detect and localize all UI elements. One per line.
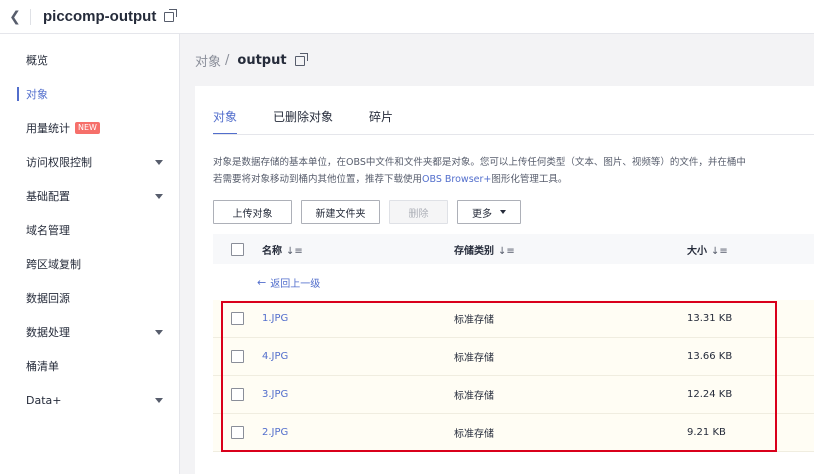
column-label: 大小 <box>687 245 707 257</box>
object-name-link[interactable]: 4.JPG <box>262 351 288 362</box>
sidebar-item-basic-config[interactable]: 基础配置 <box>0 179 179 213</box>
divider <box>30 8 31 25</box>
sidebar-item-label: 基础配置 <box>26 190 70 203</box>
sidebar-item-label: 域名管理 <box>26 224 70 237</box>
breadcrumb: 对象 / output <box>195 51 308 70</box>
row-checkbox[interactable] <box>231 426 244 439</box>
arrow-left-icon: ← <box>257 275 267 289</box>
row-checkbox[interactable] <box>231 312 244 325</box>
size-cell: 13.31 KB <box>687 313 733 324</box>
obs-browser-link[interactable]: OBS Browser+ <box>422 174 491 185</box>
column-label: 存储类别 <box>454 245 494 257</box>
description-text: 图形化管理工具。 <box>491 174 568 185</box>
tab-objects[interactable]: 对象 <box>213 108 238 135</box>
storage-class-cell: 标准存储 <box>454 391 494 402</box>
breadcrumb-separator: / <box>225 53 230 68</box>
sidebar: 概览 对象 用量统计 NEW 访问权限控制 基础配置 域名管理 跨区域复制 数据回… <box>0 34 180 474</box>
sort-icon[interactable]: ↓≡ <box>286 246 303 257</box>
objects-card: 对象 已删除对象 碎片 对象是数据存储的基本单位，在OBS中文件和文件夹都是对象… <box>195 86 814 474</box>
sidebar-item-domain-management[interactable]: 域名管理 <box>0 213 179 247</box>
chevron-down-icon <box>155 160 163 165</box>
new-badge: NEW <box>75 122 100 134</box>
storage-class-cell: 标准存储 <box>454 315 494 326</box>
storage-class-cell: 标准存储 <box>454 429 494 440</box>
breadcrumb-current: output <box>237 53 287 68</box>
sidebar-item-back-to-source[interactable]: 数据回源 <box>0 281 179 315</box>
sidebar-item-label: 访问权限控制 <box>26 156 92 169</box>
column-storage-class[interactable]: 存储类别 ↓≡ <box>454 242 515 257</box>
back-to-parent-link[interactable]: ← 返回上一级 <box>257 275 320 290</box>
back-button[interactable]: ❮ <box>0 0 30 34</box>
chevron-down-icon <box>155 330 163 335</box>
delete-button[interactable]: 删除 <box>389 200 448 224</box>
sidebar-item-cross-region-replication[interactable]: 跨区域复制 <box>0 247 179 281</box>
chevron-left-icon: ❮ <box>9 8 21 25</box>
description-line-1: 对象是数据存储的基本单位，在OBS中文件和文件夹都是对象。您可以上传任何类型（文… <box>213 157 746 168</box>
table-row: 2.JPG 标准存储 9.21 KB <box>213 414 814 452</box>
sidebar-item-label: 数据处理 <box>26 326 70 339</box>
sidebar-item-label: 跨区域复制 <box>26 258 81 271</box>
chevron-down-icon <box>155 398 163 403</box>
sidebar-item-objects[interactable]: 对象 <box>0 77 179 111</box>
toolbar: 上传对象 新建文件夹 删除 更多 <box>213 200 521 224</box>
select-all-checkbox[interactable] <box>231 242 244 256</box>
main-content: 对象 / output 对象 已删除对象 碎片 对象是数据存储的基本单位，在OB… <box>180 34 814 474</box>
sort-icon[interactable]: ↓≡ <box>711 246 728 257</box>
description: 对象是数据存储的基本单位，在OBS中文件和文件夹都是对象。您可以上传任何类型（文… <box>213 154 814 188</box>
top-bar: ❮ piccomp-output <box>0 0 814 34</box>
storage-class-cell: 标准存储 <box>454 353 494 364</box>
sidebar-item-label: 桶清单 <box>26 360 59 373</box>
table-row: 1.JPG 标准存储 13.31 KB <box>213 300 814 338</box>
size-cell: 12.24 KB <box>687 389 733 400</box>
table-body: 1.JPG 标准存储 13.31 KB 4.JPG 标准存储 13.66 KB … <box>213 300 814 452</box>
sidebar-item-usage-stats[interactable]: 用量统计 NEW <box>0 111 179 145</box>
back-row: ← 返回上一级 <box>213 264 814 300</box>
more-label: 更多 <box>472 208 492 220</box>
size-cell: 13.66 KB <box>687 351 733 362</box>
tab-bar: 对象 已删除对象 碎片 <box>213 108 429 135</box>
sidebar-item-label: 数据回源 <box>26 292 70 305</box>
more-dropdown[interactable]: 更多 <box>457 200 521 224</box>
copy-icon[interactable] <box>164 8 178 22</box>
sidebar-item-label: Data+ <box>26 393 62 407</box>
chevron-down-icon <box>155 194 163 199</box>
table-row: 4.JPG 标准存储 13.66 KB <box>213 338 814 376</box>
new-folder-button[interactable]: 新建文件夹 <box>301 200 380 224</box>
size-cell: 9.21 KB <box>687 427 726 438</box>
row-checkbox[interactable] <box>231 388 244 401</box>
object-name-link[interactable]: 1.JPG <box>262 313 288 324</box>
chevron-down-icon <box>500 210 506 214</box>
breadcrumb-root[interactable]: 对象 <box>195 51 221 70</box>
back-link-label: 返回上一级 <box>270 278 321 290</box>
sort-icon[interactable]: ↓≡ <box>498 246 515 257</box>
sidebar-item-label: 用量统计 <box>26 122 70 135</box>
upload-object-button[interactable]: 上传对象 <box>213 200 292 224</box>
tabs-divider <box>213 134 814 135</box>
sidebar-item-label: 对象 <box>26 88 48 101</box>
description-line-2: 若需要将对象移动到桶内其他位置，推荐下载使用OBS Browser+图形化管理工… <box>213 171 814 188</box>
sidebar-item-overview[interactable]: 概览 <box>0 43 179 77</box>
row-checkbox[interactable] <box>231 350 244 363</box>
column-label: 名称 <box>262 245 282 257</box>
copy-icon[interactable] <box>294 52 308 66</box>
table-header: 名称 ↓≡ 存储类别 ↓≡ 大小 ↓≡ <box>213 234 814 264</box>
sidebar-item-label: 概览 <box>26 54 48 67</box>
object-name-link[interactable]: 2.JPG <box>262 427 288 438</box>
sidebar-item-data-plus[interactable]: Data+ <box>0 383 179 417</box>
description-text: 若需要将对象移动到桶内其他位置，推荐下载使用 <box>213 174 423 185</box>
bucket-title: piccomp-output <box>43 8 157 25</box>
sidebar-item-access-control[interactable]: 访问权限控制 <box>0 145 179 179</box>
tab-fragments[interactable]: 碎片 <box>369 108 393 134</box>
sidebar-item-bucket-inventory[interactable]: 桶清单 <box>0 349 179 383</box>
tab-deleted-objects[interactable]: 已删除对象 <box>273 108 333 134</box>
sidebar-item-data-processing[interactable]: 数据处理 <box>0 315 179 349</box>
table-row: 3.JPG 标准存储 12.24 KB <box>213 376 814 414</box>
object-name-link[interactable]: 3.JPG <box>262 389 288 400</box>
column-size[interactable]: 大小 ↓≡ <box>687 242 728 257</box>
column-name[interactable]: 名称 ↓≡ <box>262 242 303 257</box>
